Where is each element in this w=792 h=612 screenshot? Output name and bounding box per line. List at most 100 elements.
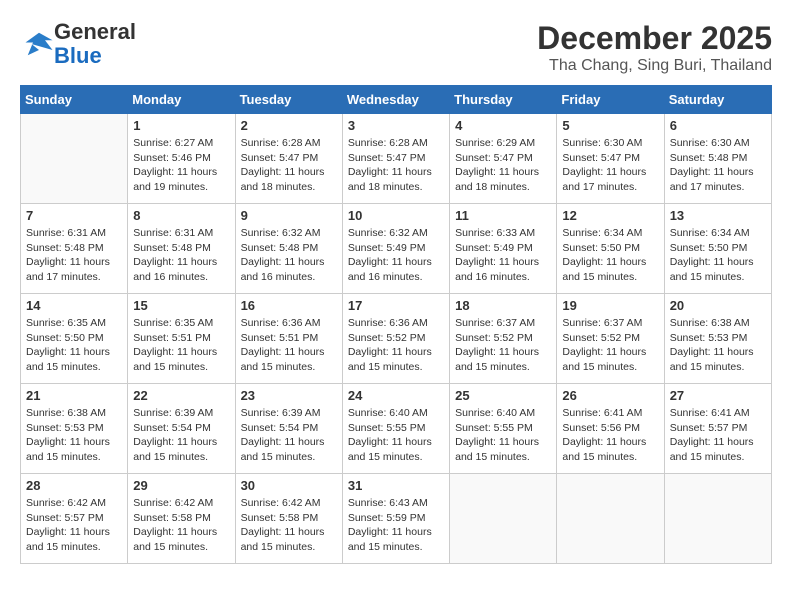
day-number: 5 <box>562 118 658 133</box>
day-info: Sunrise: 6:38 AMSunset: 5:53 PMDaylight:… <box>26 406 122 465</box>
day-number: 18 <box>455 298 551 313</box>
day-info: Sunrise: 6:36 AMSunset: 5:52 PMDaylight:… <box>348 316 444 375</box>
calendar-cell: 16 Sunrise: 6:36 AMSunset: 5:51 PMDayligh… <box>235 294 342 384</box>
calendar-cell: 14 Sunrise: 6:35 AMSunset: 5:50 PMDayligh… <box>21 294 128 384</box>
calendar-cell: 4 Sunrise: 6:29 AMSunset: 5:47 PMDaylight… <box>450 114 557 204</box>
calendar-cell: 12 Sunrise: 6:34 AMSunset: 5:50 PMDayligh… <box>557 204 664 294</box>
day-number: 25 <box>455 388 551 403</box>
day-number: 10 <box>348 208 444 223</box>
calendar-week-row: 7 Sunrise: 6:31 AMSunset: 5:48 PMDaylight… <box>21 204 772 294</box>
day-info: Sunrise: 6:29 AMSunset: 5:47 PMDaylight:… <box>455 136 551 195</box>
day-info: Sunrise: 6:42 AMSunset: 5:57 PMDaylight:… <box>26 496 122 555</box>
calendar-cell: 10 Sunrise: 6:32 AMSunset: 5:49 PMDayligh… <box>342 204 449 294</box>
day-info: Sunrise: 6:32 AMSunset: 5:48 PMDaylight:… <box>241 226 337 285</box>
calendar-week-row: 28Sunrise: 6:42 AMSunset: 5:57 PMDayligh… <box>21 474 772 564</box>
calendar-cell: 19 Sunrise: 6:37 AMSunset: 5:52 PMDayligh… <box>557 294 664 384</box>
calendar-header-row: SundayMondayTuesdayWednesdayThursdayFrid… <box>21 86 772 114</box>
logo-text: General Blue <box>54 20 136 68</box>
day-number: 7 <box>26 208 122 223</box>
day-number: 19 <box>562 298 658 313</box>
day-info: Sunrise: 6:42 AMSunset: 5:58 PMDaylight:… <box>241 496 337 555</box>
day-info: Sunrise: 6:40 AMSunset: 5:55 PMDaylight:… <box>455 406 551 465</box>
day-info: Sunrise: 6:38 AMSunset: 5:53 PMDaylight:… <box>670 316 766 375</box>
calendar-cell: 26 Sunrise: 6:41 AMSunset: 5:56 PMDayligh… <box>557 384 664 474</box>
day-number: 11 <box>455 208 551 223</box>
day-info: Sunrise: 6:35 AMSunset: 5:51 PMDaylight:… <box>133 316 229 375</box>
calendar-day-header: Thursday <box>450 86 557 114</box>
day-info: Sunrise: 6:39 AMSunset: 5:54 PMDaylight:… <box>241 406 337 465</box>
day-number: 9 <box>241 208 337 223</box>
day-info: Sunrise: 6:37 AMSunset: 5:52 PMDaylight:… <box>455 316 551 375</box>
day-info: Sunrise: 6:39 AMSunset: 5:54 PMDaylight:… <box>133 406 229 465</box>
day-number: 21 <box>26 388 122 403</box>
day-number: 15 <box>133 298 229 313</box>
day-info: Sunrise: 6:34 AMSunset: 5:50 PMDaylight:… <box>670 226 766 285</box>
calendar-cell: 13Sunrise: 6:34 AMSunset: 5:50 PMDayligh… <box>664 204 771 294</box>
calendar-day-header: Tuesday <box>235 86 342 114</box>
calendar-cell: 25 Sunrise: 6:40 AMSunset: 5:55 PMDayligh… <box>450 384 557 474</box>
day-info: Sunrise: 6:36 AMSunset: 5:51 PMDaylight:… <box>241 316 337 375</box>
calendar-cell: 23 Sunrise: 6:39 AMSunset: 5:54 PMDayligh… <box>235 384 342 474</box>
day-number: 30 <box>241 478 337 493</box>
calendar-cell: 30 Sunrise: 6:42 AMSunset: 5:58 PMDayligh… <box>235 474 342 564</box>
calendar-cell: 29Sunrise: 6:42 AMSunset: 5:58 PMDayligh… <box>128 474 235 564</box>
logo: General Blue <box>20 20 136 68</box>
calendar-week-row: 14 Sunrise: 6:35 AMSunset: 5:50 PMDayligh… <box>21 294 772 384</box>
day-number: 16 <box>241 298 337 313</box>
calendar-cell <box>21 114 128 204</box>
calendar-day-header: Sunday <box>21 86 128 114</box>
calendar-week-row: 1Sunrise: 6:27 AMSunset: 5:46 PMDaylight… <box>21 114 772 204</box>
day-number: 22 <box>133 388 229 403</box>
calendar-cell: 15 Sunrise: 6:35 AMSunset: 5:51 PMDayligh… <box>128 294 235 384</box>
day-number: 4 <box>455 118 551 133</box>
logo-icon <box>24 29 54 59</box>
calendar-cell: 1Sunrise: 6:27 AMSunset: 5:46 PMDaylight… <box>128 114 235 204</box>
day-info: Sunrise: 6:41 AMSunset: 5:57 PMDaylight:… <box>670 406 766 465</box>
calendar-cell: 18 Sunrise: 6:37 AMSunset: 5:52 PMDayligh… <box>450 294 557 384</box>
calendar-cell: 7Sunrise: 6:31 AMSunset: 5:48 PMDaylight… <box>21 204 128 294</box>
day-number: 1 <box>133 118 229 133</box>
day-number: 29 <box>133 478 229 493</box>
day-info: Sunrise: 6:35 AMSunset: 5:50 PMDaylight:… <box>26 316 122 375</box>
calendar-cell: 31 Sunrise: 6:43 AMSunset: 5:59 PMDayligh… <box>342 474 449 564</box>
day-number: 3 <box>348 118 444 133</box>
day-info: Sunrise: 6:28 AMSunset: 5:47 PMDaylight:… <box>241 136 337 195</box>
day-info: Sunrise: 6:37 AMSunset: 5:52 PMDaylight:… <box>562 316 658 375</box>
day-info: Sunrise: 6:34 AMSunset: 5:50 PMDaylight:… <box>562 226 658 285</box>
calendar-cell: 9 Sunrise: 6:32 AMSunset: 5:48 PMDaylight… <box>235 204 342 294</box>
calendar-day-header: Friday <box>557 86 664 114</box>
month-year-title: December 2025 <box>537 20 772 57</box>
day-number: 12 <box>562 208 658 223</box>
day-number: 8 <box>133 208 229 223</box>
calendar-day-header: Wednesday <box>342 86 449 114</box>
calendar-table: SundayMondayTuesdayWednesdayThursdayFrid… <box>20 85 772 564</box>
day-info: Sunrise: 6:31 AMSunset: 5:48 PMDaylight:… <box>133 226 229 285</box>
day-number: 26 <box>562 388 658 403</box>
day-number: 6 <box>670 118 766 133</box>
calendar-cell: 27Sunrise: 6:41 AMSunset: 5:57 PMDayligh… <box>664 384 771 474</box>
calendar-cell <box>450 474 557 564</box>
calendar-cell <box>557 474 664 564</box>
calendar-cell: 8 Sunrise: 6:31 AMSunset: 5:48 PMDaylight… <box>128 204 235 294</box>
day-info: Sunrise: 6:32 AMSunset: 5:49 PMDaylight:… <box>348 226 444 285</box>
day-number: 20 <box>670 298 766 313</box>
day-number: 2 <box>241 118 337 133</box>
day-info: Sunrise: 6:28 AMSunset: 5:47 PMDaylight:… <box>348 136 444 195</box>
day-info: Sunrise: 6:41 AMSunset: 5:56 PMDaylight:… <box>562 406 658 465</box>
day-number: 23 <box>241 388 337 403</box>
title-block: December 2025 Tha Chang, Sing Buri, Thai… <box>537 20 772 75</box>
calendar-cell <box>664 474 771 564</box>
day-info: Sunrise: 6:43 AMSunset: 5:59 PMDaylight:… <box>348 496 444 555</box>
calendar-cell: 17Sunrise: 6:36 AMSunset: 5:52 PMDayligh… <box>342 294 449 384</box>
calendar-cell: 24Sunrise: 6:40 AMSunset: 5:55 PMDayligh… <box>342 384 449 474</box>
calendar-week-row: 21 Sunrise: 6:38 AMSunset: 5:53 PMDayligh… <box>21 384 772 474</box>
day-number: 14 <box>26 298 122 313</box>
calendar-cell: 2 Sunrise: 6:28 AMSunset: 5:47 PMDaylight… <box>235 114 342 204</box>
day-info: Sunrise: 6:40 AMSunset: 5:55 PMDaylight:… <box>348 406 444 465</box>
day-info: Sunrise: 6:30 AMSunset: 5:47 PMDaylight:… <box>562 136 658 195</box>
day-number: 31 <box>348 478 444 493</box>
page-header: General Blue December 2025 Tha Chang, Si… <box>20 20 772 75</box>
calendar-day-header: Monday <box>128 86 235 114</box>
calendar-cell: 20 Sunrise: 6:38 AMSunset: 5:53 PMDayligh… <box>664 294 771 384</box>
calendar-cell: 11Sunrise: 6:33 AMSunset: 5:49 PMDayligh… <box>450 204 557 294</box>
